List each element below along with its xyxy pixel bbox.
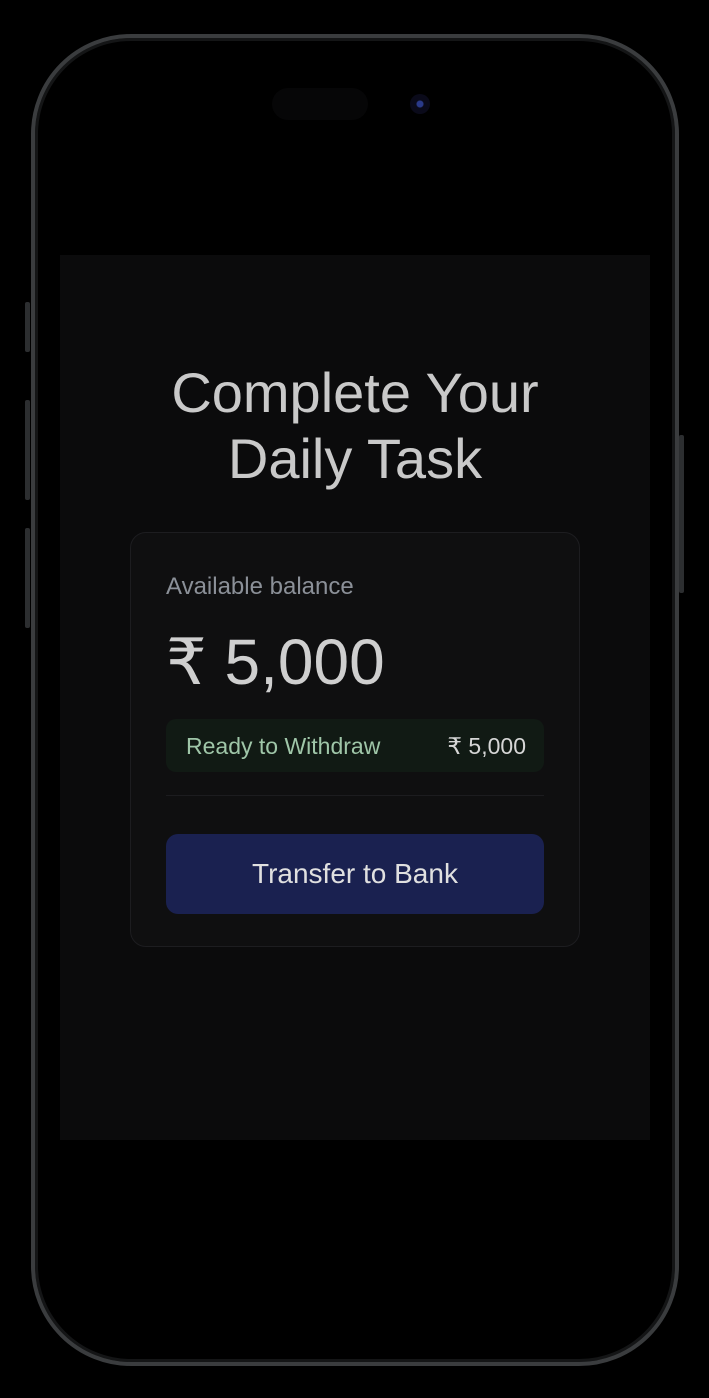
action-button [25,302,30,352]
power-button [679,435,684,593]
balance-label: Available balance [166,573,354,600]
withdraw-label: Ready to Withdraw [186,733,381,759]
camera-icon [410,94,430,114]
transfer-to-bank-button[interactable]: Transfer to Bank [166,834,544,914]
title-line-1: Complete Your [171,361,539,424]
withdraw-amount: ₹ 5,000 [447,733,526,759]
volume-up-button [25,400,30,500]
withdraw-status: Ready to Withdraw ₹ 5,000 [166,719,544,772]
balance-card: Available balance ₹ 5,000 Ready to Withd… [130,532,580,947]
volume-down-button [25,528,30,628]
dynamic-island [272,88,368,120]
page-title: Complete Your Daily Task [60,360,650,492]
divider [166,795,544,796]
balance-amount: ₹ 5,000 [166,626,385,698]
title-line-2: Daily Task [227,427,483,490]
